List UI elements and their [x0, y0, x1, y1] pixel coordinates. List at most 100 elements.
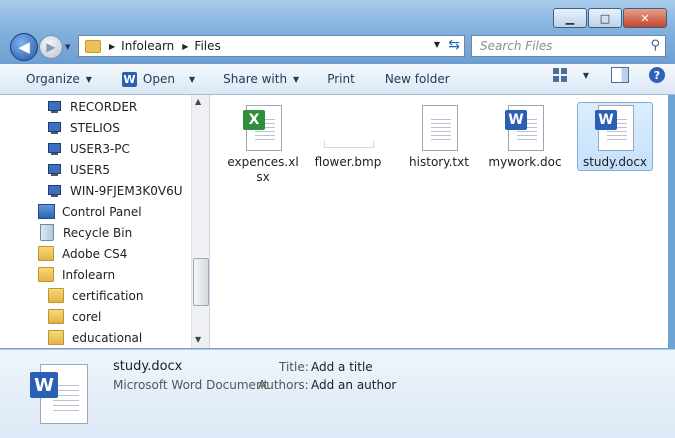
organize-button[interactable]: Organize ▼: [0, 67, 100, 91]
computer-icon: [48, 163, 63, 176]
tree-item-label: corel: [72, 309, 102, 324]
chevron-down-icon: ▼: [293, 74, 300, 84]
file-item-study-docx[interactable]: W study.docx: [577, 102, 653, 171]
command-bar: Organize ▼ W Open ▼ Share with ▼ Print N…: [0, 64, 675, 95]
tree-item-adobe-cs4[interactable]: Adobe CS4: [38, 243, 127, 264]
open-button[interactable]: W Open ▼: [114, 67, 203, 91]
folder-icon: [48, 309, 64, 324]
tree-item-user3-pc[interactable]: USER3-PC: [48, 138, 130, 159]
file-item-expences-xlsx[interactable]: X expences.xlsx: [226, 103, 300, 185]
share-with-button[interactable]: Share with ▼: [215, 67, 307, 91]
window-controls: ▁ □ ✕: [552, 8, 667, 28]
computer-icon: [48, 142, 63, 155]
maximize-button[interactable]: □: [588, 8, 622, 28]
tree-item-infolearn[interactable]: Infolearn: [38, 264, 115, 285]
breadcrumb-arrow-icon[interactable]: ▶: [182, 42, 188, 51]
details-file-name: study.docx: [113, 359, 183, 374]
folder-icon: [38, 267, 54, 282]
change-view-icon[interactable]: [552, 68, 567, 82]
address-chevron-down-icon[interactable]: ▼: [434, 40, 440, 49]
view-controls: ▼ ?: [552, 67, 665, 83]
chevron-down-icon[interactable]: ▼: [189, 75, 195, 84]
details-file-type: Microsoft Word Document: [113, 378, 269, 392]
tree-item-label: WIN-9FJEM3K0V6U: [70, 183, 183, 198]
file-name: history.txt: [409, 155, 469, 169]
tree-item-label: Adobe CS4: [62, 246, 128, 261]
title-bar: ▁ □ ✕ ◀ ▶ ▼ ▶ Infolearn ▶ Files ▼ ⇆ Sear…: [0, 0, 675, 64]
excel-document-icon: X: [226, 103, 300, 151]
tree-item-recorder[interactable]: RECORDER: [48, 96, 137, 117]
computer-icon: [48, 100, 63, 113]
print-label: Print: [327, 72, 355, 86]
breadcrumb-files[interactable]: Files: [194, 39, 220, 53]
tree-item-label: Recycle Bin: [63, 225, 133, 240]
tree-item-stelios[interactable]: STELIOS: [48, 117, 120, 138]
tree-item-user5[interactable]: USER5: [48, 159, 110, 180]
folder-icon: [38, 246, 54, 261]
details-authors-value[interactable]: Add an author: [311, 378, 396, 392]
breadcrumb-arrow-icon[interactable]: ▶: [109, 42, 115, 51]
text-document-icon: [402, 103, 476, 151]
tree-item-certification[interactable]: certification: [48, 285, 143, 306]
tree-item-recycle-bin[interactable]: Recycle Bin: [40, 222, 132, 243]
navigation-bar: ◀ ▶ ▼ ▶ Infolearn ▶ Files ▼ ⇆ Search Fil…: [0, 30, 675, 62]
file-name: mywork.doc: [488, 155, 562, 169]
address-bar[interactable]: ▶ Infolearn ▶ Files ▼ ⇆: [78, 35, 465, 57]
tree-item-label: RECORDER: [70, 99, 138, 114]
tree-item-label: educational: [72, 330, 143, 345]
help-icon[interactable]: ?: [649, 67, 665, 83]
chevron-down-icon: ▼: [85, 74, 92, 84]
tree-item-label: certification: [72, 288, 144, 303]
search-icon[interactable]: ⚲: [650, 38, 660, 53]
file-list: X expences.xlsx flower.bmp history.txt W…: [210, 95, 668, 348]
tree-item-label: Control Panel: [62, 204, 142, 219]
tree-item-label: USER3-PC: [70, 141, 130, 156]
control-panel-icon: [38, 204, 55, 219]
word-document-icon: W: [30, 360, 88, 424]
folder-icon: [48, 330, 64, 345]
word-icon: W: [121, 71, 137, 87]
minimize-button[interactable]: ▁: [553, 8, 587, 28]
new-folder-button[interactable]: New folder: [377, 67, 458, 91]
search-input[interactable]: Search Files ⚲: [471, 35, 666, 57]
navigation-scrollbar[interactable]: ▲ ▼: [191, 95, 209, 348]
file-item-flower-bmp[interactable]: flower.bmp: [311, 103, 385, 170]
navigation-pane: RECORDER STELIOS USER3-PC USER5 WIN-9FJE…: [0, 95, 210, 348]
breadcrumb-infolearn[interactable]: Infolearn: [121, 39, 174, 53]
recent-pages-chevron-down-icon[interactable]: ▼: [65, 43, 70, 51]
close-button[interactable]: ✕: [623, 8, 667, 28]
tree-item-label: Infolearn: [62, 267, 116, 282]
tree-item-educational[interactable]: educational: [48, 327, 142, 348]
tree-item-corel[interactable]: corel: [48, 306, 101, 327]
preview-pane-icon[interactable]: [611, 67, 629, 83]
tree-item-control-panel[interactable]: Control Panel: [38, 201, 142, 222]
forward-button[interactable]: ▶: [39, 35, 63, 59]
file-name: expences.xlsx: [227, 155, 299, 184]
share-with-label: Share with: [223, 72, 288, 86]
tree-item-win-9fjem3k0v6u[interactable]: WIN-9FJEM3K0V6U: [48, 180, 183, 201]
view-chevron-down-icon[interactable]: ▼: [583, 71, 589, 80]
back-button[interactable]: ◀: [10, 33, 38, 61]
tree-item-label: STELIOS: [70, 120, 120, 135]
computer-icon: [48, 121, 63, 134]
tree-item-label: USER5: [70, 162, 110, 177]
file-item-history-txt[interactable]: history.txt: [402, 103, 476, 170]
scroll-down-arrow-icon[interactable]: ▼: [195, 335, 201, 344]
details-authors-label: Authors:: [258, 378, 309, 392]
file-item-mywork-doc[interactable]: W mywork.doc: [488, 103, 562, 170]
refresh-icon[interactable]: ⇆: [448, 37, 460, 53]
details-title-value[interactable]: Add a title: [311, 360, 373, 374]
word-document-icon: W: [488, 103, 562, 151]
print-button[interactable]: Print: [319, 67, 363, 91]
open-label: Open: [142, 72, 175, 86]
details-pane: W study.docx Microsoft Word Document Tit…: [0, 349, 675, 438]
recycle-bin-icon: [40, 224, 54, 241]
search-placeholder: Search Files: [480, 39, 553, 53]
scrollbar-thumb[interactable]: [193, 258, 209, 306]
details-title-label: Title:: [279, 360, 309, 374]
scroll-up-arrow-icon[interactable]: ▲: [195, 97, 201, 106]
word-document-icon: W: [578, 103, 652, 151]
computer-icon: [48, 184, 63, 197]
new-folder-label: New folder: [384, 72, 450, 86]
folder-icon: [48, 288, 64, 303]
